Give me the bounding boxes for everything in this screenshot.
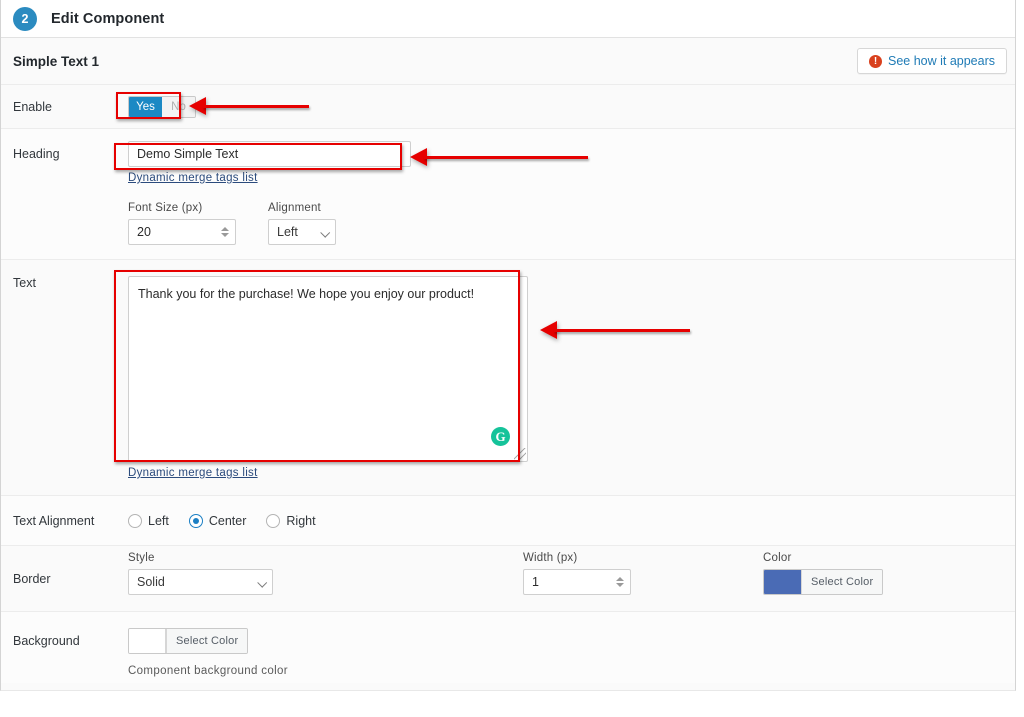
background-color-swatch[interactable] bbox=[129, 629, 166, 653]
stepper-up-icon[interactable] bbox=[220, 227, 229, 231]
stepper-up-icon[interactable] bbox=[615, 577, 624, 581]
text-align-radio-left[interactable]: Left bbox=[128, 513, 169, 528]
enable-toggle[interactable]: Yes No bbox=[128, 95, 196, 118]
section-title: Simple Text 1 bbox=[13, 53, 100, 69]
textarea-resize-handle[interactable] bbox=[514, 448, 526, 460]
background-row: Background Select Color Component backgr… bbox=[1, 612, 1015, 683]
border-color-caption: Color bbox=[763, 552, 792, 564]
text-alignment-row: Text Alignment Left Center Right bbox=[1, 496, 1015, 546]
font-size-group: Font Size (px) bbox=[128, 202, 236, 245]
background-color-picker[interactable]: Select Color bbox=[128, 628, 249, 654]
heading-merge-tags-link[interactable]: Dynamic merge tags list bbox=[128, 172, 258, 184]
text-label: Text bbox=[13, 276, 36, 290]
text-merge-tags-link[interactable]: Dynamic merge tags list bbox=[128, 467, 258, 479]
radio-dot-left[interactable] bbox=[128, 513, 142, 528]
text-textarea[interactable]: Thank you for the purchase! We hope you … bbox=[128, 276, 528, 462]
border-style-select[interactable]: Solid bbox=[128, 569, 273, 595]
enable-toggle-no[interactable]: No bbox=[162, 96, 195, 117]
alignment-caption: Alignment bbox=[268, 202, 321, 214]
enable-row: Enable Yes No bbox=[1, 85, 1015, 129]
heading-row: Heading Dynamic merge tags list Font Siz… bbox=[1, 129, 1015, 260]
step-number-badge: 2 bbox=[13, 6, 37, 31]
enable-label: Enable bbox=[13, 99, 52, 114]
border-width-group: Width (px) bbox=[523, 552, 763, 595]
see-how-it-appears-button[interactable]: ! See how it appears bbox=[856, 48, 1007, 74]
border-select-color-button[interactable]: Select Color bbox=[801, 570, 883, 594]
panel-body: Simple Text 1 ! See how it appears Enabl… bbox=[1, 38, 1015, 683]
panel-header: 2 Edit Component bbox=[1, 0, 1015, 38]
text-alignment-label: Text Alignment bbox=[13, 513, 95, 528]
heading-label: Heading bbox=[13, 147, 60, 161]
border-width-stepper[interactable] bbox=[614, 574, 625, 590]
stepper-down-icon[interactable] bbox=[615, 583, 624, 587]
background-helper-text: Component background color bbox=[128, 665, 288, 677]
radio-label-center: Center bbox=[208, 513, 247, 528]
edit-component-panel: 2 Edit Component Simple Text 1 ! See how… bbox=[0, 0, 1016, 691]
heading-input[interactable] bbox=[128, 141, 411, 167]
see-how-it-appears-label: See how it appears bbox=[887, 54, 995, 68]
background-select-color-button[interactable]: Select Color bbox=[166, 629, 248, 653]
border-label: Border bbox=[13, 572, 51, 586]
stepper-down-icon[interactable] bbox=[220, 233, 229, 237]
text-align-radio-center[interactable]: Center bbox=[188, 513, 247, 528]
border-color-picker[interactable]: Select Color bbox=[763, 569, 884, 595]
border-width-caption: Width (px) bbox=[523, 552, 578, 564]
border-color-group: Color Select Color bbox=[763, 552, 963, 599]
warning-circle-icon: ! bbox=[868, 54, 882, 68]
background-label: Background bbox=[13, 634, 80, 648]
border-row: Border Style Solid Width (px) 1 Color Se… bbox=[1, 546, 1015, 612]
section-header: Simple Text 1 ! See how it appears bbox=[1, 38, 1015, 85]
grammarly-icon[interactable]: G bbox=[491, 427, 510, 446]
radio-label-left: Left bbox=[148, 513, 169, 528]
text-row: Text Thank you for the purchase! We hope… bbox=[1, 260, 1015, 496]
heading-subfields: Font Size (px) Alignment bbox=[128, 202, 1003, 245]
alignment-group: Alignment Left bbox=[268, 202, 336, 245]
radio-label-right: Right bbox=[286, 513, 316, 528]
border-style-caption: Style bbox=[128, 552, 155, 564]
panel-title: Edit Component bbox=[51, 10, 165, 27]
border-color-swatch[interactable] bbox=[764, 570, 801, 594]
enable-toggle-yes[interactable]: Yes bbox=[129, 96, 162, 117]
screenshot-root: 2 Edit Component Simple Text 1 ! See how… bbox=[0, 0, 1024, 717]
font-size-stepper[interactable] bbox=[219, 224, 230, 240]
border-style-group: Style Solid bbox=[128, 552, 523, 595]
radio-dot-right[interactable] bbox=[266, 513, 281, 528]
text-align-radio-right[interactable]: Right bbox=[266, 513, 316, 528]
font-size-caption: Font Size (px) bbox=[128, 202, 203, 214]
radio-dot-center[interactable] bbox=[188, 513, 203, 528]
heading-alignment-select[interactable]: Left bbox=[268, 219, 336, 245]
